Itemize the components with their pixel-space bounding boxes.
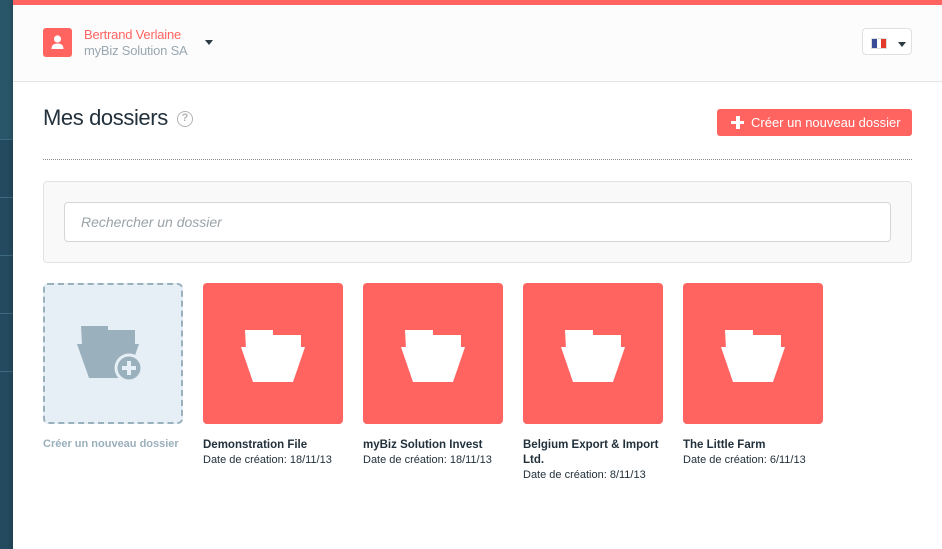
dotted-divider	[43, 159, 912, 160]
search-input[interactable]	[64, 202, 891, 242]
sidebar-divider	[0, 197, 13, 198]
folder-icon	[721, 330, 785, 382]
sidebar-item-active[interactable]	[0, 0, 13, 139]
sidebar-divider	[0, 255, 13, 256]
plus-icon	[731, 116, 744, 129]
language-selector[interactable]	[862, 28, 912, 55]
user-icon	[51, 35, 64, 49]
folder-tile[interactable]	[523, 283, 663, 424]
create-folder-button[interactable]: Créer un nouveau dossier	[717, 109, 912, 136]
folder-tile[interactable]	[683, 283, 823, 424]
folder-info: myBiz Solution Invest Date de création: …	[363, 438, 513, 468]
folder-date: Date de création: 6/11/13	[683, 454, 806, 466]
folder-date: Date de création: 18/11/13	[363, 454, 492, 466]
folder-date: Date de création: 18/11/13	[203, 454, 332, 466]
french-flag-icon	[871, 38, 887, 49]
folder-info: Demonstration File Date de création: 18/…	[203, 438, 353, 468]
folder-tile[interactable]	[363, 283, 503, 424]
folder-date: Date de création: 8/11/13	[523, 469, 646, 481]
new-folder-label[interactable]: Créer un nouveau dossier	[43, 438, 179, 450]
user-name[interactable]: Bertrand Verlaine	[84, 27, 181, 42]
help-icon[interactable]: ?	[177, 111, 193, 127]
folder-name[interactable]: Demonstration File	[203, 438, 353, 453]
left-sidebar	[0, 0, 13, 549]
folder-name[interactable]: Belgium Export & Import Ltd.	[523, 438, 668, 468]
create-folder-button-label: Créer un nouveau dossier	[751, 115, 901, 130]
page-title: Mes dossiers	[43, 105, 168, 130]
folder-icon	[561, 330, 625, 382]
sidebar-divider	[0, 371, 13, 372]
new-folder-tile[interactable]	[43, 283, 183, 424]
company-name[interactable]: myBiz Solution SA	[84, 43, 188, 58]
folder-info: Belgium Export & Import Ltd. Date de cré…	[523, 438, 668, 483]
sidebar-divider	[0, 313, 13, 314]
search-panel	[43, 181, 912, 263]
folder-icon	[241, 330, 305, 382]
folder-info: The Little Farm Date de création: 6/11/1…	[683, 438, 833, 468]
folder-icon	[401, 330, 465, 382]
user-avatar[interactable]	[43, 28, 72, 57]
user-menu-caret-icon[interactable]	[205, 40, 213, 45]
sidebar-divider	[0, 139, 13, 140]
folder-name[interactable]: The Little Farm	[683, 438, 833, 453]
chevron-down-icon	[898, 42, 906, 47]
header: Bertrand Verlaine myBiz Solution SA	[13, 5, 942, 82]
folder-name[interactable]: myBiz Solution Invest	[363, 438, 513, 453]
main-panel: Bertrand Verlaine myBiz Solution SA Mes …	[13, 0, 942, 549]
new-folder-icon	[77, 326, 144, 383]
folder-tile[interactable]	[203, 283, 343, 424]
